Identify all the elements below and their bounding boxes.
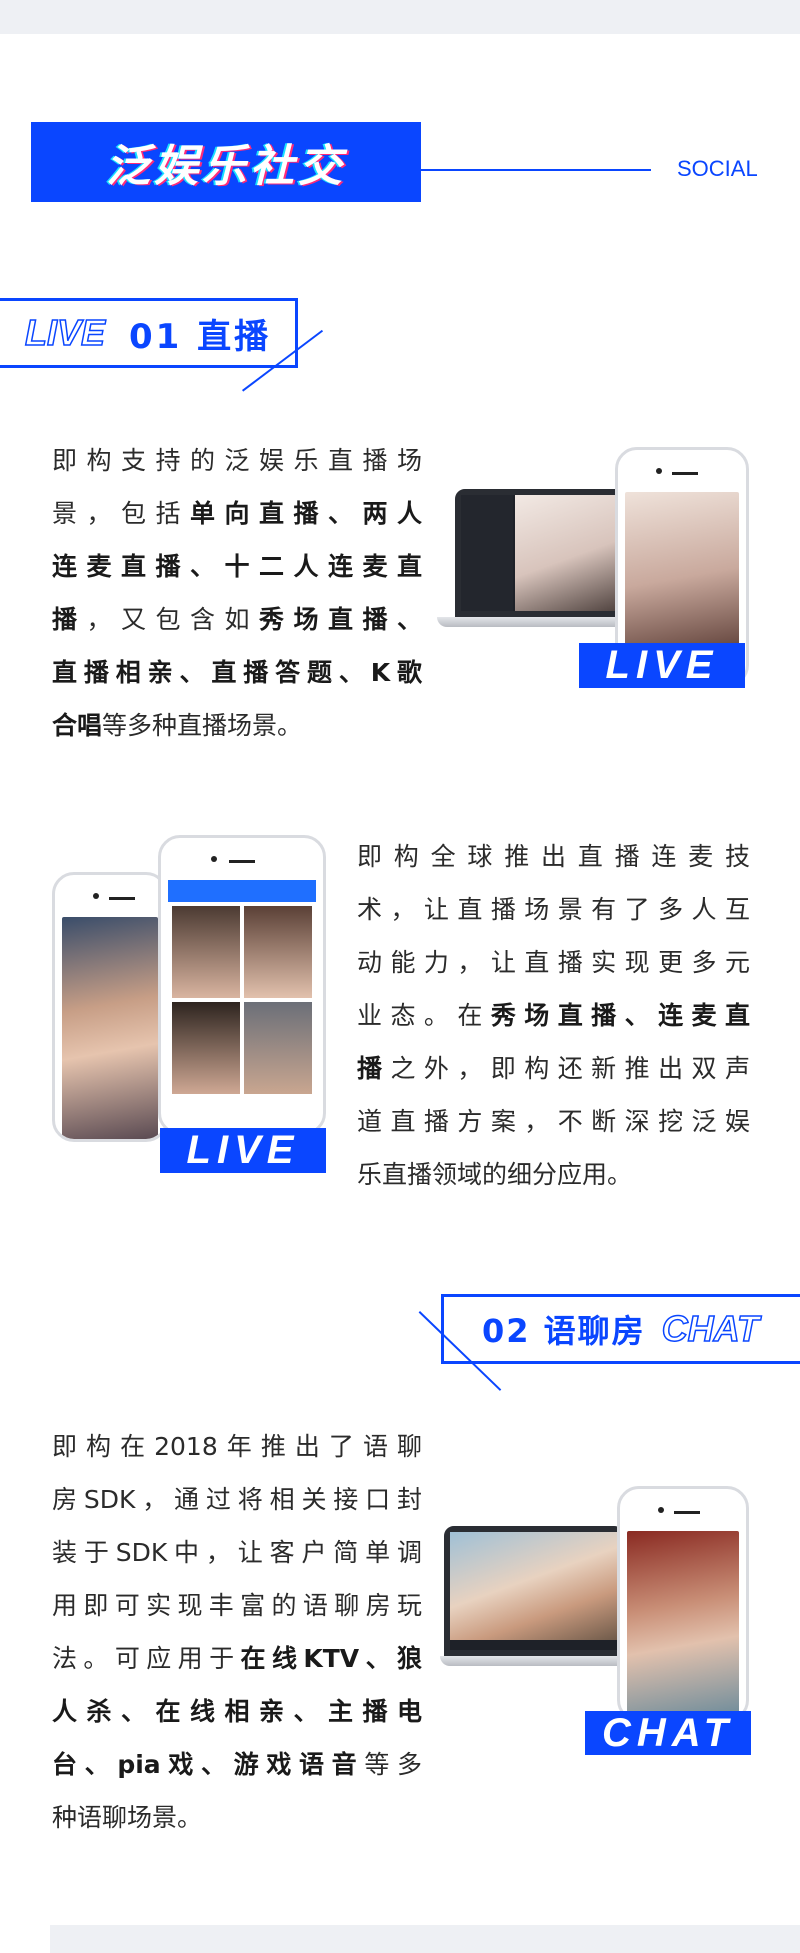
live-badge: LIVE <box>160 1128 326 1173</box>
text-segment: 即构支持的泛娱乐直播场 <box>52 446 422 475</box>
phone-screen <box>627 1531 739 1719</box>
laptop-sidebar <box>461 495 513 611</box>
text-line: 道直播方案，不断深挖泛娱 <box>357 1095 750 1148</box>
text-line: 即构在2018年推出了语聊 <box>52 1420 422 1473</box>
phone <box>617 1486 749 1722</box>
highlight-text: 秀场直播、 <box>258 605 422 634</box>
video-tile <box>172 906 240 998</box>
video-tile <box>244 1002 312 1094</box>
text-segment: 术，让直播场景有了多人互 <box>357 895 750 924</box>
text-segment: 装于SDK中，让客户简单调 <box>52 1538 422 1567</box>
highlight-text: 直播相亲、直播答题、K歌 <box>52 658 422 687</box>
chat-section-heading: 02 语聊房 CHAT <box>441 1294 800 1364</box>
live-devices-image: LIVE <box>437 447 749 689</box>
text-segment: 种语聊场景。 <box>52 1803 203 1832</box>
highlight-text: 播 <box>357 1054 391 1083</box>
laptop-base <box>440 1656 640 1666</box>
text-line: 台、pia戏、游戏语音等多 <box>52 1738 422 1791</box>
header-title: 泛娱乐社交 <box>106 141 346 192</box>
text-line: 即构支持的泛娱乐直播场 <box>52 434 422 487</box>
text-segment: 业态。在 <box>357 1001 491 1030</box>
highlight-text: 人杀、在线相亲、主播电 <box>52 1697 422 1726</box>
video-tile <box>172 1002 240 1094</box>
text-line: 即构全球推出直播连麦技 <box>357 830 750 883</box>
video-tile <box>244 906 312 998</box>
text-segment: 等多 <box>364 1750 422 1779</box>
highlight-text: 秀场直播、连麦直 <box>490 1001 750 1030</box>
text-line: 乐直播领域的细分应用。 <box>357 1148 750 1201</box>
text-line: 直播相亲、直播答题、K歌 <box>52 646 422 699</box>
header-divider <box>421 169 651 171</box>
text-line: 用即可实现丰富的语聊房玩 <box>52 1579 422 1632</box>
phone-back <box>52 872 168 1142</box>
phone-camera <box>658 1507 664 1513</box>
text-segment: 即构在2018年推出了语聊 <box>52 1432 422 1461</box>
text-segment: 等多种直播场景。 <box>102 711 303 740</box>
app-titlebar <box>168 880 316 902</box>
text-line: 法。可应用于在线KTV、狼 <box>52 1632 422 1685</box>
phone-camera <box>656 468 662 474</box>
live-title: 01 直播 <box>129 316 272 357</box>
live-paragraph-2: 即构全球推出直播连麦技 术，让直播场景有了多人互 动能力，让直播实现更多元 业态。在秀… <box>357 830 750 1201</box>
highlight-text: 在线KTV、狼 <box>240 1644 422 1673</box>
text-line: 术，让直播场景有了多人互 <box>357 883 750 936</box>
section-header: 泛娱乐社交 <box>31 122 421 202</box>
bottom-band <box>50 1925 800 1953</box>
highlight-text: 合唱 <box>52 711 103 740</box>
highlight-text: 连麦直播、十二人连麦直 <box>52 552 422 581</box>
live-badge: LIVE <box>579 643 745 688</box>
text-segment: 即构全球推出直播连麦技 <box>357 842 750 871</box>
text-line: 种语聊场景。 <box>52 1791 422 1844</box>
highlight-text: 单向直播、两人 <box>190 499 422 528</box>
chat-paragraph: 即构在2018年推出了语聊 房SDK，通过将相关接口封 装于SDK中，让客户简单调用… <box>52 1420 422 1844</box>
text-line: 动能力，让直播实现更多元 <box>357 936 750 989</box>
highlight-text: 台、pia戏、游戏语音 <box>52 1750 365 1779</box>
phone-screen <box>62 917 158 1139</box>
text-line: 人杀、在线相亲、主播电 <box>52 1685 422 1738</box>
highlight-text: 播 <box>52 605 87 634</box>
phone-screen <box>168 880 316 1132</box>
chat-badge: CHAT <box>585 1711 751 1755</box>
text-line: 装于SDK中，让客户简单调 <box>52 1526 422 1579</box>
text-segment: 道直播方案，不断深挖泛娱 <box>357 1107 750 1136</box>
text-segment: 法。可应用于 <box>52 1644 241 1673</box>
text-segment: ，又包含如 <box>86 605 259 634</box>
text-segment: 用即可实现丰富的语聊房玩 <box>52 1591 422 1620</box>
text-segment: 乐直播领域的细分应用。 <box>357 1160 633 1189</box>
text-line: 播，又包含如秀场直播、 <box>52 593 422 646</box>
chat-tag: CHAT <box>661 1307 760 1350</box>
video-grid <box>168 902 316 1098</box>
live-paragraph-1: 即构支持的泛娱乐直播场 景，包括单向直播、两人 连麦直播、十二人连麦直 播，又包含如秀… <box>52 434 422 752</box>
text-segment: 景，包括 <box>52 499 190 528</box>
phone-speaker <box>109 897 135 900</box>
text-segment: 房SDK，通过将相关接口封 <box>52 1485 422 1514</box>
text-segment: 动能力，让直播实现更多元 <box>357 948 750 977</box>
chat-title: 02 语聊房 <box>482 1312 646 1350</box>
header-subtitle: SOCIAL <box>677 156 758 181</box>
phone-camera <box>93 893 99 899</box>
laptop <box>444 1526 624 1656</box>
text-line: 景，包括单向直播、两人 <box>52 487 422 540</box>
phone-speaker <box>229 860 255 863</box>
live-tag: LIVE <box>24 311 106 354</box>
live-phones-image: LIVE <box>52 835 327 1173</box>
laptop-video <box>450 1532 618 1640</box>
text-line: 合唱等多种直播场景。 <box>52 699 422 752</box>
phone-speaker <box>674 1511 700 1514</box>
text-line: 播之外，即构还新推出双声 <box>357 1042 750 1095</box>
phone-camera <box>211 856 217 862</box>
text-line: 业态。在秀场直播、连麦直 <box>357 989 750 1042</box>
top-band <box>0 0 800 34</box>
phone-speaker <box>672 472 698 475</box>
phone-front <box>158 835 326 1135</box>
text-line: 连麦直播、十二人连麦直 <box>52 540 422 593</box>
text-line: 房SDK，通过将相关接口封 <box>52 1473 422 1526</box>
chat-devices-image: CHAT <box>440 1486 752 1756</box>
live-section-heading: LIVE 01 直播 <box>0 298 298 368</box>
text-segment: 之外，即构还新推出双声 <box>390 1054 750 1083</box>
